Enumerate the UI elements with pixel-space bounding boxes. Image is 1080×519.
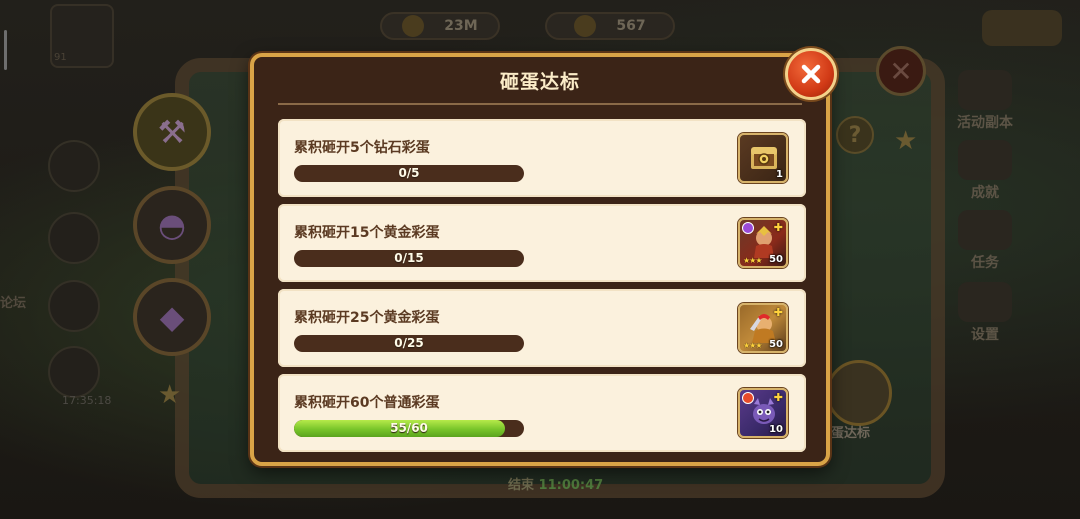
quest-icon [958,210,1012,250]
gear-icon [958,282,1012,322]
dungeon-icon [958,70,1012,110]
task-progress-bar: 0/5 [294,165,524,182]
friends-button[interactable] [48,280,100,332]
menu-settings[interactable]: 设置 [920,282,1050,344]
task-progress-text: 0/15 [394,251,424,265]
star-sparkle-icon: ★ [894,126,918,156]
menu-achievement[interactable]: 成就 [920,140,1050,202]
forum-label: 论坛 [0,296,27,311]
help-icon[interactable]: ? [836,116,874,154]
menu-activity-dungeon[interactable]: 活动副本 [920,70,1050,132]
chat-button[interactable] [48,140,100,192]
task-progress-bar: 55/60 [294,420,524,437]
menu-achievement-label: 成就 [971,185,999,201]
close-x-icon [801,64,821,84]
task-label: 累积砸开60个普通彩蛋 [294,395,440,411]
trophy-icon [958,140,1012,180]
star-sparkle-icon: ★ [158,380,182,410]
player-level: 91 [54,52,67,63]
reward-count: 50 [769,339,783,350]
task-row: 累积砸开5个钻石彩蛋 0/5 1 [278,119,806,197]
top-right-tab[interactable] [982,10,1062,46]
task-progress-bar: 0/15 [294,250,524,267]
egg-milestone-dialog: 砸蛋达标 累积砸开5个钻石彩蛋 0/5 1 累积砸开15个黄金彩蛋 0/15 ✚… [250,53,830,466]
task-progress-text: 0/25 [394,336,424,350]
reward-item[interactable]: 1 [738,133,788,183]
task-progress-bar: 0/25 [294,335,524,352]
close-button[interactable] [785,48,837,100]
resource-gold-value: 23M [444,18,478,34]
menu-activity-dungeon-label: 活动副本 [957,115,1013,131]
event-end-timer: 结束 11:00:47 [508,474,603,493]
egg-smash-entry-button[interactable] [826,360,892,426]
coin-icon [402,15,425,37]
mail-button[interactable] [48,212,100,264]
guild-button[interactable] [48,346,100,398]
crystal-tab[interactable]: ◆ [133,278,211,356]
scroll-indicator [4,30,7,70]
star-rating-icon: ★★★ [743,256,762,265]
task-progress-text: 55/60 [390,421,428,435]
gem-icon [574,15,597,37]
task-label: 累积砸开5个钻石彩蛋 [294,140,430,156]
task-row: 累积砸开25个黄金彩蛋 0/25 ✚ ★★★ 50 [278,289,806,367]
side-timer: 17:35:18 [62,394,112,407]
hat-icon: ◓ [158,206,186,244]
reward-count: 1 [776,169,783,180]
task-row: 累积砸开60个普通彩蛋 55/60 ✚ 10 [278,374,806,452]
reward-item[interactable]: ✚ 10 [738,388,788,438]
shard-plus-icon: ✚ [773,391,783,404]
shard-plus-icon: ✚ [773,306,783,319]
menu-quests-label: 任务 [971,255,999,271]
event-end-time: 11:00:47 [538,478,604,493]
rarity-badge [742,222,754,234]
task-row: 累积砸开15个黄金彩蛋 0/15 ✚ ★★★ 50 [278,204,806,282]
rarity-badge [742,392,754,404]
shard-plus-icon: ✚ [773,221,783,234]
resource-gems[interactable]: 567 [545,12,675,40]
hammer-tab[interactable]: ⚒ [133,93,211,171]
reward-item[interactable]: ✚ ★★★ 50 [738,218,788,268]
menu-quests[interactable]: 任务 [920,210,1050,272]
dialog-title: 砸蛋达标 [499,71,580,93]
reward-count: 50 [769,254,783,265]
title-divider [278,103,802,105]
star-rating-icon: ★★★ [743,341,762,350]
task-list[interactable]: 累积砸开5个钻石彩蛋 0/5 1 累积砸开15个黄金彩蛋 0/15 ✚ ★★★ … [278,119,806,459]
reward-count: 10 [769,424,783,435]
resource-gold[interactable]: 23M [380,12,500,40]
task-label: 累积砸开25个黄金彩蛋 [294,310,440,326]
event-end-prefix: 结束 [508,478,535,493]
resource-gems-value: 567 [616,18,646,34]
menu-settings-label: 设置 [971,327,999,343]
hat-tab[interactable]: ◓ [133,186,211,264]
crystal-icon: ◆ [159,298,185,336]
reward-item[interactable]: ✚ ★★★ 50 [738,303,788,353]
task-label: 累积砸开15个黄金彩蛋 [294,225,440,241]
task-progress-text: 0/5 [398,166,420,180]
panel-close-icon[interactable]: ✕ [876,46,926,96]
hammer-icon: ⚒ [157,113,187,151]
